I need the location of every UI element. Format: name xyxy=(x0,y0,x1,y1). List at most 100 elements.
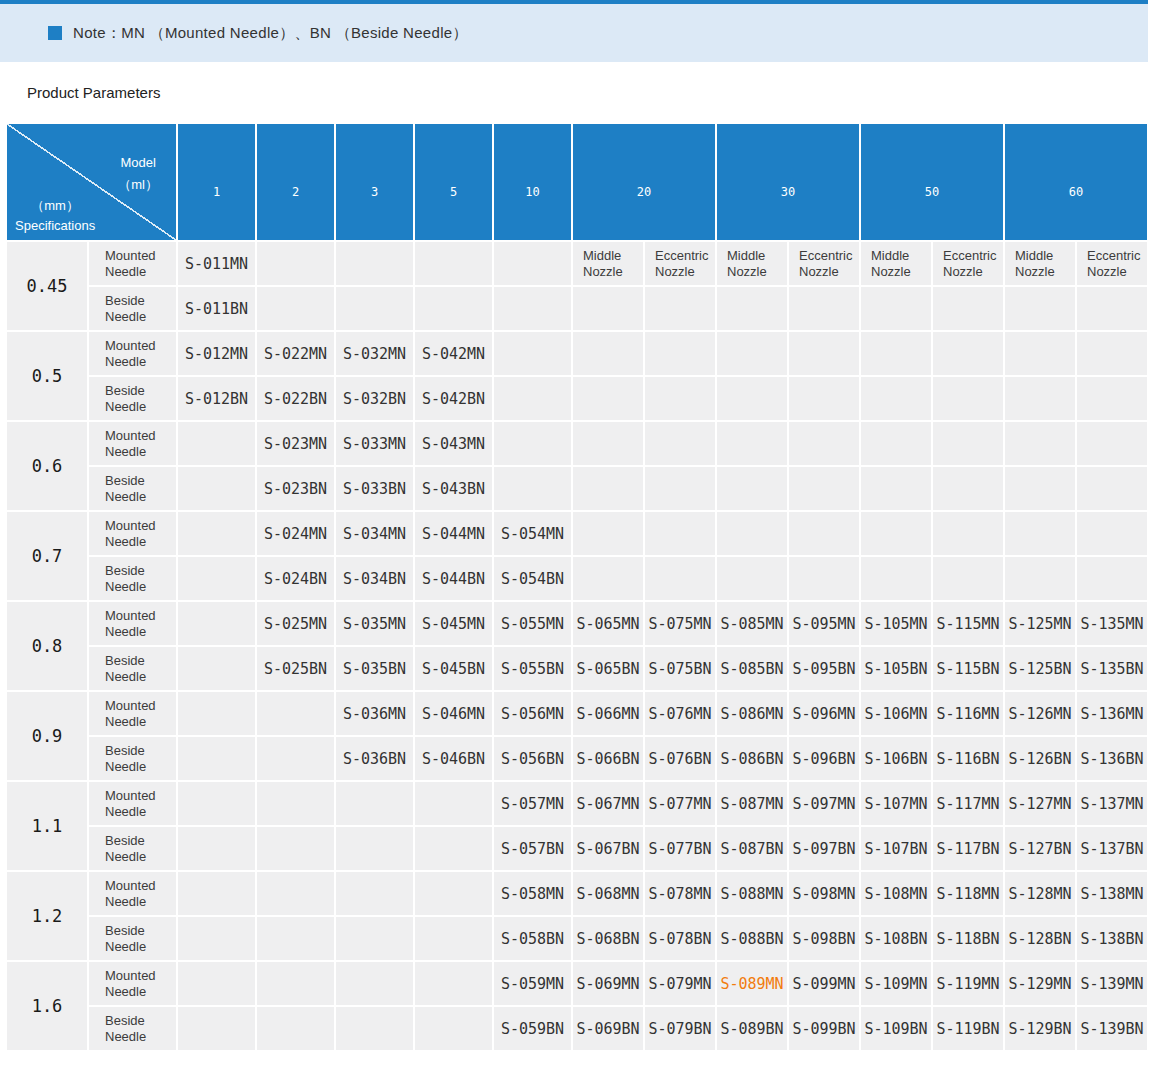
model-cell[interactable]: S-105MN xyxy=(861,602,931,645)
model-cell[interactable]: S-125MN xyxy=(1005,602,1075,645)
model-cell[interactable]: S-042BN xyxy=(415,377,492,420)
model-cell[interactable]: S-137BN xyxy=(1077,827,1147,870)
model-cell[interactable]: S-076MN xyxy=(645,692,715,735)
model-cell[interactable]: S-097BN xyxy=(789,827,859,870)
model-cell[interactable]: S-077MN xyxy=(645,782,715,825)
model-cell[interactable]: S-095MN xyxy=(789,602,859,645)
model-cell[interactable]: S-136BN xyxy=(1077,737,1147,780)
model-cell[interactable]: S-025MN xyxy=(257,602,334,645)
model-cell[interactable]: S-135MN xyxy=(1077,602,1147,645)
model-cell[interactable]: S-117BN xyxy=(933,827,1003,870)
model-cell[interactable]: S-116BN xyxy=(933,737,1003,780)
model-cell[interactable]: S-045MN xyxy=(415,602,492,645)
model-cell[interactable]: S-042MN xyxy=(415,332,492,375)
model-cell[interactable]: S-044MN xyxy=(415,512,492,555)
model-cell[interactable]: S-066BN xyxy=(573,737,643,780)
model-cell[interactable]: S-098MN xyxy=(789,872,859,915)
model-cell[interactable]: S-109MN xyxy=(861,962,931,1005)
model-cell[interactable]: S-054BN xyxy=(494,557,571,600)
model-cell[interactable]: S-032MN xyxy=(336,332,413,375)
model-cell[interactable]: S-023BN xyxy=(257,467,334,510)
model-cell[interactable]: S-055BN xyxy=(494,647,571,690)
model-cell[interactable]: S-119MN xyxy=(933,962,1003,1005)
model-cell[interactable]: S-065MN xyxy=(573,602,643,645)
model-cell[interactable]: S-011MN xyxy=(178,242,255,285)
model-cell[interactable]: S-011BN xyxy=(178,287,255,330)
model-cell[interactable]: S-012BN xyxy=(178,377,255,420)
model-cell[interactable]: S-115MN xyxy=(933,602,1003,645)
model-cell[interactable]: S-116MN xyxy=(933,692,1003,735)
model-cell[interactable]: S-044BN xyxy=(415,557,492,600)
model-cell[interactable]: S-125BN xyxy=(1005,647,1075,690)
model-cell[interactable]: S-095BN xyxy=(789,647,859,690)
model-cell[interactable]: S-054MN xyxy=(494,512,571,555)
model-cell[interactable]: S-034MN xyxy=(336,512,413,555)
model-cell[interactable]: S-075BN xyxy=(645,647,715,690)
model-cell[interactable]: S-043BN xyxy=(415,467,492,510)
model-cell[interactable]: S-128MN xyxy=(1005,872,1075,915)
model-cell[interactable]: S-057BN xyxy=(494,827,571,870)
model-cell[interactable]: S-058MN xyxy=(494,872,571,915)
model-cell[interactable]: S-138BN xyxy=(1077,917,1147,960)
model-cell[interactable]: S-126BN xyxy=(1005,737,1075,780)
model-cell[interactable]: S-119BN xyxy=(933,1007,1003,1050)
model-cell[interactable]: S-129BN xyxy=(1005,1007,1075,1050)
model-cell[interactable]: S-085BN xyxy=(717,647,787,690)
model-cell[interactable]: S-087MN xyxy=(717,782,787,825)
model-cell[interactable]: S-096MN xyxy=(789,692,859,735)
model-cell[interactable]: S-032BN xyxy=(336,377,413,420)
model-cell[interactable]: S-135BN xyxy=(1077,647,1147,690)
model-cell[interactable]: S-137MN xyxy=(1077,782,1147,825)
model-cell[interactable]: S-115BN xyxy=(933,647,1003,690)
model-cell[interactable]: S-136MN xyxy=(1077,692,1147,735)
model-cell[interactable]: S-023MN xyxy=(257,422,334,465)
model-cell[interactable]: S-079MN xyxy=(645,962,715,1005)
model-cell[interactable]: S-075MN xyxy=(645,602,715,645)
model-cell[interactable]: S-118BN xyxy=(933,917,1003,960)
model-cell[interactable]: S-046MN xyxy=(415,692,492,735)
model-cell[interactable]: S-059BN xyxy=(494,1007,571,1050)
model-cell[interactable]: S-087BN xyxy=(717,827,787,870)
model-cell[interactable]: S-129MN xyxy=(1005,962,1075,1005)
model-cell[interactable]: S-078BN xyxy=(645,917,715,960)
model-cell[interactable]: S-022BN xyxy=(257,377,334,420)
model-cell[interactable]: S-066MN xyxy=(573,692,643,735)
model-cell[interactable]: S-089MN xyxy=(717,962,787,1005)
model-cell[interactable]: S-079BN xyxy=(645,1007,715,1050)
model-cell[interactable]: S-128BN xyxy=(1005,917,1075,960)
model-cell[interactable]: S-059MN xyxy=(494,962,571,1005)
model-cell[interactable]: S-058BN xyxy=(494,917,571,960)
model-cell[interactable]: S-068BN xyxy=(573,917,643,960)
model-cell[interactable]: S-056BN xyxy=(494,737,571,780)
model-cell[interactable]: S-098BN xyxy=(789,917,859,960)
model-cell[interactable]: S-099BN xyxy=(789,1007,859,1050)
model-cell[interactable]: S-086MN xyxy=(717,692,787,735)
model-cell[interactable]: S-106BN xyxy=(861,737,931,780)
model-cell[interactable]: S-033BN xyxy=(336,467,413,510)
model-cell[interactable]: S-025BN xyxy=(257,647,334,690)
model-cell[interactable]: S-096BN xyxy=(789,737,859,780)
model-cell[interactable]: S-099MN xyxy=(789,962,859,1005)
model-cell[interactable]: S-055MN xyxy=(494,602,571,645)
model-cell[interactable]: S-033MN xyxy=(336,422,413,465)
model-cell[interactable]: S-108BN xyxy=(861,917,931,960)
model-cell[interactable]: S-078MN xyxy=(645,872,715,915)
model-cell[interactable]: S-043MN xyxy=(415,422,492,465)
model-cell[interactable]: S-117MN xyxy=(933,782,1003,825)
model-cell[interactable]: S-056MN xyxy=(494,692,571,735)
model-cell[interactable]: S-118MN xyxy=(933,872,1003,915)
model-cell[interactable]: S-105BN xyxy=(861,647,931,690)
model-cell[interactable]: S-097MN xyxy=(789,782,859,825)
model-cell[interactable]: S-109BN xyxy=(861,1007,931,1050)
model-cell[interactable]: S-088MN xyxy=(717,872,787,915)
model-cell[interactable]: S-024BN xyxy=(257,557,334,600)
model-cell[interactable]: S-067BN xyxy=(573,827,643,870)
model-cell[interactable]: S-139MN xyxy=(1077,962,1147,1005)
model-cell[interactable]: S-035BN xyxy=(336,647,413,690)
model-cell[interactable]: S-012MN xyxy=(178,332,255,375)
model-cell[interactable]: S-106MN xyxy=(861,692,931,735)
model-cell[interactable]: S-127BN xyxy=(1005,827,1075,870)
model-cell[interactable]: S-086BN xyxy=(717,737,787,780)
model-cell[interactable]: S-067MN xyxy=(573,782,643,825)
model-cell[interactable]: S-035MN xyxy=(336,602,413,645)
